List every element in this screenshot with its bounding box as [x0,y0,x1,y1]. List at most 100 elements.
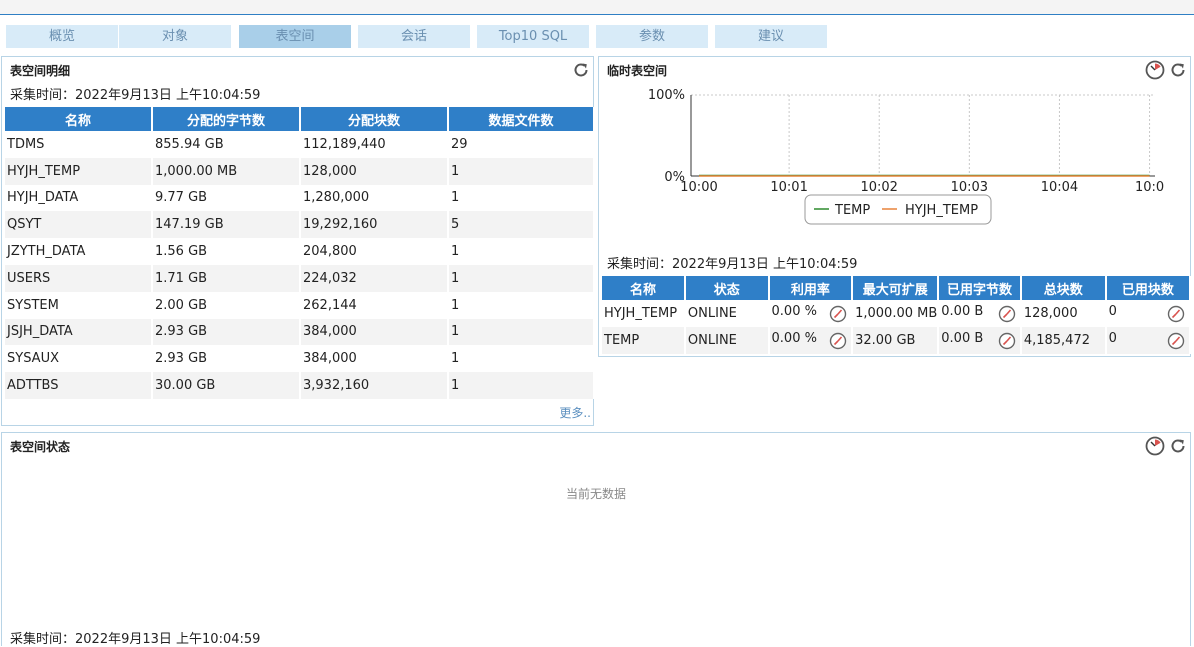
column-header[interactable]: 分配块数 [301,107,449,131]
table-cell: 2.93 GB [153,345,301,373]
table-row[interactable]: JSJH_DATA 2.93 GB 384,000 1 [5,318,595,346]
column-header[interactable]: 分配的字节数 [153,107,301,131]
gauge-icon[interactable] [829,332,847,350]
table-cell: 128,000 [301,157,449,185]
column-header[interactable]: 数据文件数 [449,107,595,131]
tablespace-detail-panel: 表空间明细 采集时间：2022年9月13日 上午10:04:59 名称 分配的字… [1,56,595,426]
x-tick-label: 10:00 [680,180,717,195]
no-data-message: 当前无数据 [565,487,626,501]
table-row[interactable]: HYJH_DATA 9.77 GB 1,280,000 1 [5,184,595,212]
cell-value: 0.00 % [771,330,817,346]
table-cell: QSYT [5,211,153,239]
table-cell: 1 [449,184,595,212]
legend-label: HYJH_TEMP [905,203,978,218]
table-cell: 262,144 [301,291,449,319]
table-cell: 224,032 [301,264,449,292]
table-row[interactable]: SYSAUX 2.93 GB 384,000 1 [5,345,595,373]
tab-sessions[interactable]: 会话 [358,25,470,48]
table-cell: 1 [449,345,595,373]
table-row[interactable]: JZYTH_DATA 1.56 GB 204,800 1 [5,238,595,265]
table-row[interactable]: HYJH_TEMP 1,000.00 MB 128,000 1 [5,157,595,185]
more-link[interactable]: 更多.. [559,404,591,421]
table-cell: 19,292,160 [301,211,449,239]
table-cell: 147.19 GB [153,211,301,239]
table-cell: 1 [449,291,595,319]
table-cell: 30.00 GB [153,372,301,399]
table-cell: 204,800 [301,238,449,265]
column-header[interactable]: 最大可扩展 [853,276,940,300]
table-cell: 384,000 [301,345,449,373]
table-cell: USERS [5,264,153,292]
table-cell: 32.00 GB [853,326,940,354]
table-row[interactable]: USERS 1.71 GB 224,032 1 [5,264,595,292]
table-row[interactable]: TEMP ONLINE 0.00 % 32.00 GB 0.00 B 4,185,472 0 [602,326,1191,354]
clock-icon[interactable] [1145,436,1165,456]
table-cell: 0.00 % [769,326,854,354]
tab-tablespace[interactable]: 表空间 [239,25,351,48]
refresh-icon[interactable] [572,61,590,79]
column-header[interactable]: 名称 [5,107,153,131]
table-cell: 4,185,472 [1021,326,1107,354]
table-cell: 0 [1106,326,1191,354]
gauge-icon[interactable] [998,332,1016,350]
table-cell: 855.94 GB [153,131,301,158]
tab-parameters[interactable]: 参数 [596,25,708,48]
refresh-icon[interactable] [1169,437,1187,455]
gauge-icon[interactable] [1167,305,1185,323]
x-tick-label: 10:02 [860,180,897,195]
cell-value: HYJH_TEMP [604,305,678,321]
top-bar [0,0,1194,15]
collect-time: 采集时间：2022年9月13日 上午10:04:59 [607,257,858,272]
column-header[interactable]: 已用块数 [1106,276,1191,300]
table-cell: TEMP [602,326,686,354]
table-row[interactable]: ADTTBS 30.00 GB 3,932,160 1 [5,372,595,399]
cell-value: 0 [1108,303,1117,319]
table-cell: 1,000.00 MB [153,157,301,185]
table-cell: 1.71 GB [153,264,301,292]
gauge-icon[interactable] [1167,332,1185,350]
table-cell: 1 [449,157,595,185]
cell-value: 4,185,472 [1023,332,1090,348]
temp-usage-line-chart: 100% 0% 10:00 10:01 10:02 10:03 10:04 10:0 TE… [648,88,1164,225]
table-cell: ONLINE [686,300,770,327]
panel-title: 表空间明细 [10,64,71,78]
table-cell: 128,000 [1022,300,1107,327]
table-cell: 1,280,000 [301,184,449,212]
table-cell: 384,000 [301,318,449,346]
gauge-icon[interactable] [829,305,847,323]
table-row[interactable]: QSYT 147.19 GB 19,292,160 5 [5,211,595,239]
panel-title: 表空间状态 [10,440,71,454]
table-row[interactable]: HYJH_TEMP ONLINE 0.00 % 1,000.00 MB 0.00 B 12… [602,300,1191,327]
refresh-icon[interactable] [1169,61,1187,79]
temp-tablespace-panel: 临时表空间 100% 0% 10:00 10:01 10:02 10:03 10:04 1… [598,56,1191,357]
tab-objects[interactable]: 对象 [119,25,231,48]
table-cell: 0 [1107,300,1191,327]
column-header[interactable]: 利用率 [769,276,854,300]
table-cell: TDMS [5,131,153,158]
clock-icon[interactable] [1145,60,1165,80]
table-cell: 112,189,440 [301,131,449,158]
cell-value: ONLINE [687,305,737,321]
legend-label: TEMP [834,203,870,218]
gauge-icon[interactable] [998,305,1016,323]
column-header[interactable]: 总块数 [1021,276,1107,300]
column-header[interactable]: 已用字节数 [939,276,1022,300]
table-cell: 1 [449,318,595,346]
cell-value: 0 [1108,330,1117,346]
table-cell: 0.00 % [770,300,854,327]
table-cell: SYSTEM [5,291,153,319]
column-header[interactable]: 状态 [685,276,770,300]
table-cell: 1,000.00 MB [853,300,940,327]
cell-value: ONLINE [687,332,737,348]
column-header[interactable]: 名称 [602,276,686,300]
table-cell: 9.77 GB [153,184,301,212]
tab-top10-sql[interactable]: Top10 SQL [477,25,589,48]
table-cell: 2.00 GB [153,291,301,319]
tab-advice[interactable]: 建议 [715,25,827,48]
table-row[interactable]: TDMS 855.94 GB 112,189,440 29 [5,131,595,158]
tab-overview[interactable]: 概览 [6,25,118,48]
table-cell: 1 [449,372,595,399]
x-tick-label: 10:04 [1041,180,1078,195]
table-row[interactable]: SYSTEM 2.00 GB 262,144 1 [5,291,595,319]
panel-title: 临时表空间 [607,64,668,78]
